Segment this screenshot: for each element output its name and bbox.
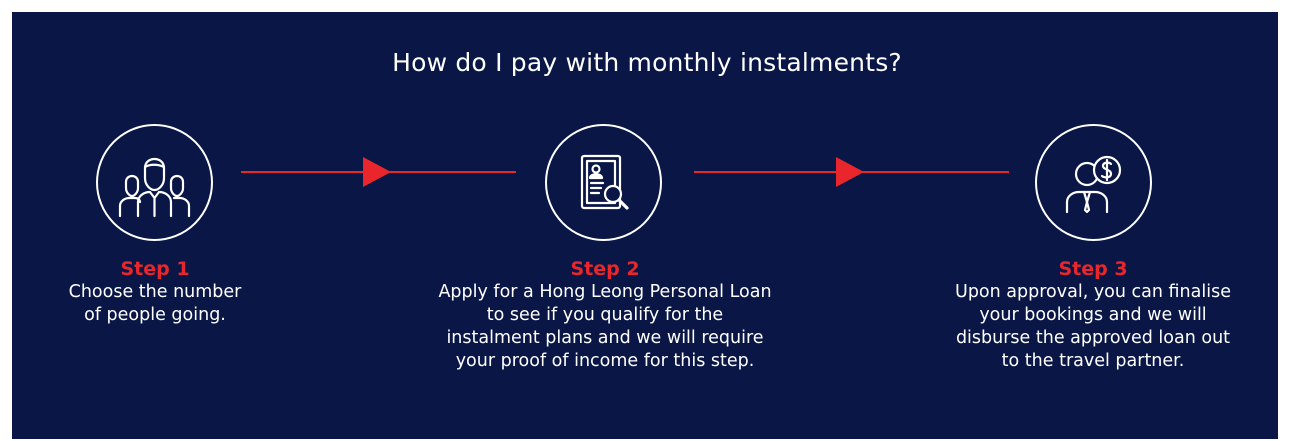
description-line: to the travel partner. — [1001, 351, 1185, 371]
step-1-label: Step 1 — [120, 258, 190, 280]
step-3-description: Upon approval, you can finalise your boo… — [918, 281, 1268, 373]
people-group-icon — [118, 157, 191, 218]
page-title: How do I pay with monthly instalments? — [392, 48, 902, 77]
step-3-label: Step 3 — [1058, 258, 1128, 280]
connector-arrow-1 — [241, 157, 516, 187]
step-3-icon-circle — [1035, 124, 1152, 241]
step-2-icon-circle — [545, 124, 662, 241]
description-line: to see if you qualify for the — [486, 305, 724, 325]
step-2-description: Apply for a Hong Leong Personal Loan to … — [395, 281, 815, 373]
step-1-description: Choose the number of people going. — [20, 281, 290, 327]
description-line: Upon approval, you can finalise — [955, 282, 1231, 302]
description-line: your bookings and we will — [979, 305, 1207, 325]
description-line: your proof of income for this step. — [455, 351, 755, 371]
description-line: of people going. — [84, 305, 226, 325]
step-1-icon-circle — [96, 124, 213, 241]
description-line: instalment plans and we will require — [446, 328, 764, 348]
document-search-icon — [580, 154, 629, 210]
person-money-icon — [1065, 155, 1122, 214]
arrow-right-icon — [363, 157, 391, 187]
description-line: disburse the approved loan out — [955, 328, 1231, 348]
arrow-right-icon — [836, 157, 864, 187]
description-line: Apply for a Hong Leong Personal Loan — [438, 282, 772, 302]
step-2-label: Step 2 — [570, 258, 640, 280]
connector-arrow-2 — [694, 157, 1009, 187]
description-line: Choose the number — [68, 282, 242, 302]
